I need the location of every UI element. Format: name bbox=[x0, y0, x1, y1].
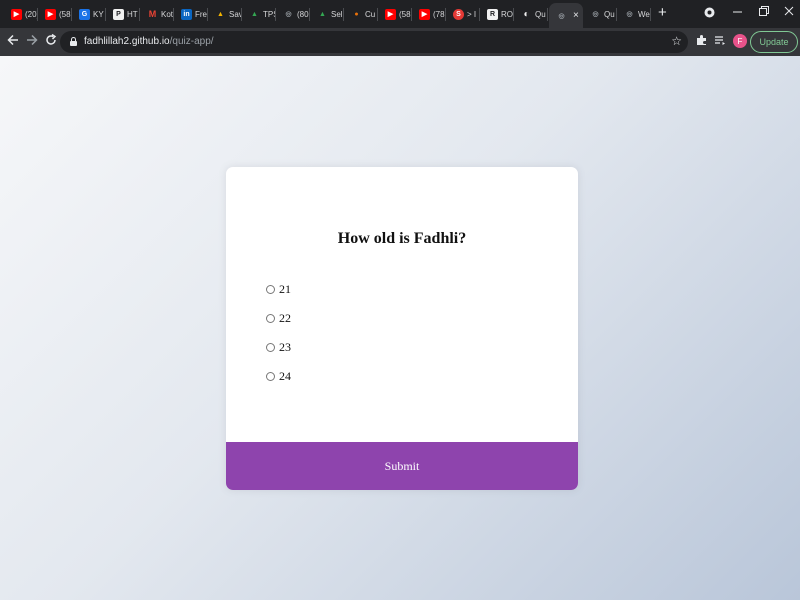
answer-label[interactable]: 24 bbox=[279, 369, 291, 384]
extension-badge-icon[interactable] bbox=[704, 7, 715, 21]
browser-tab[interactable]: ▶ (58 bbox=[378, 3, 412, 25]
tab-title: (58 bbox=[399, 9, 411, 19]
browser-tab[interactable]: P HT bbox=[106, 3, 140, 25]
github-icon: ◐ bbox=[523, 8, 530, 20]
tab-title: KY bbox=[93, 9, 104, 19]
quiz-question: How old is Fadhli? bbox=[337, 230, 467, 247]
browser-tab[interactable]: ▶ (58 bbox=[38, 3, 72, 25]
gmail-icon: M bbox=[148, 9, 157, 19]
globe-icon: ◎ bbox=[285, 11, 292, 18]
tab-title: Cu bbox=[365, 9, 376, 19]
browser-tab[interactable]: ▲ TPS bbox=[242, 3, 276, 25]
browser-tab[interactable]: ▶ (20) bbox=[4, 3, 38, 25]
tab-title: (78 bbox=[433, 9, 445, 19]
new-tab-button[interactable]: + bbox=[658, 5, 667, 21]
browser-tab[interactable]: ◐ Qu bbox=[514, 3, 548, 25]
back-arrow-icon[interactable] bbox=[7, 33, 19, 51]
close-window-icon[interactable] bbox=[784, 6, 794, 19]
tab-title: Kot bbox=[161, 9, 174, 19]
youtube-icon: ▶ bbox=[419, 8, 430, 20]
globe-icon: ◎ bbox=[558, 12, 565, 20]
tab-title: Fre bbox=[195, 9, 207, 19]
globe-icon: ◎ bbox=[626, 11, 633, 18]
tab-strip: ▶ (20) ▶ (58 G KY P HT M Kot in Fre ▲ Sa… bbox=[0, 0, 800, 28]
answer-option[interactable]: 22 bbox=[266, 304, 291, 333]
triangle-site-icon: ▲ bbox=[217, 10, 224, 18]
radio-button[interactable] bbox=[266, 314, 275, 323]
youtube-icon: ▶ bbox=[11, 8, 22, 20]
orange-site-icon: ● bbox=[354, 10, 359, 18]
red-circle-site-icon: S bbox=[453, 8, 464, 20]
browser-tab[interactable]: ◎ (80 bbox=[276, 3, 310, 25]
browser-tab[interactable]: ▲ Sel bbox=[310, 3, 344, 25]
tab-title: HT bbox=[127, 9, 138, 19]
youtube-icon: ▶ bbox=[45, 8, 56, 20]
submit-button[interactable]: Submit bbox=[226, 442, 578, 490]
tab-title: We bbox=[638, 9, 650, 19]
browser-tab[interactable]: ◎ Qu bbox=[583, 3, 617, 25]
url-text[interactable]: fadhlillah2.github.io/quiz-app/ bbox=[84, 36, 214, 47]
restore-icon[interactable] bbox=[759, 6, 769, 19]
youtube-icon: ▶ bbox=[385, 8, 396, 20]
drive-icon: ▲ bbox=[251, 10, 258, 18]
browser-toolbar: fadhlillah2.github.io/quiz-app/ ☆ F Upda… bbox=[0, 28, 800, 56]
reload-icon[interactable] bbox=[45, 33, 57, 51]
p-site-icon: P bbox=[113, 8, 124, 20]
minimize-icon[interactable] bbox=[733, 4, 743, 23]
answer-label[interactable]: 21 bbox=[279, 282, 291, 297]
answer-option[interactable]: 23 bbox=[266, 333, 291, 362]
reading-list-icon[interactable] bbox=[714, 35, 726, 49]
page-viewport: How old is Fadhli? 21 22 23 24 Submit bbox=[0, 56, 800, 600]
answer-label[interactable]: 22 bbox=[279, 311, 291, 326]
browser-tab[interactable]: ▲ Sav bbox=[208, 3, 242, 25]
bookmark-site-icon: G bbox=[79, 8, 90, 20]
answer-label[interactable]: 23 bbox=[279, 340, 291, 355]
forward-arrow-icon[interactable] bbox=[26, 33, 38, 51]
update-button[interactable]: Update bbox=[750, 31, 798, 53]
quiz-card: How old is Fadhli? 21 22 23 24 Submit bbox=[226, 167, 578, 490]
drive-icon: ▲ bbox=[319, 10, 326, 18]
lock-icon[interactable] bbox=[70, 37, 77, 46]
answer-list: 21 22 23 24 bbox=[266, 275, 291, 391]
extensions-puzzle-icon[interactable] bbox=[696, 34, 708, 49]
tab-title: Qu bbox=[535, 9, 546, 19]
address-bar[interactable]: fadhlillah2.github.io/quiz-app/ ☆ bbox=[60, 31, 688, 53]
browser-tab[interactable]: ● Cu bbox=[344, 3, 378, 25]
answer-option[interactable]: 21 bbox=[266, 275, 291, 304]
tab-title: (80 bbox=[297, 9, 309, 19]
browser-tab[interactable]: R RO bbox=[480, 3, 514, 25]
bookmark-star-icon[interactable]: ☆ bbox=[671, 34, 682, 48]
browser-tab[interactable]: G KY bbox=[72, 3, 106, 25]
tab-title: Qu bbox=[604, 9, 615, 19]
square-site-icon: R bbox=[487, 8, 498, 20]
radio-button[interactable] bbox=[266, 343, 275, 352]
browser-tab[interactable]: in Fre bbox=[174, 3, 208, 25]
tab-title: (58 bbox=[59, 9, 71, 19]
answer-option[interactable]: 24 bbox=[266, 362, 291, 391]
browser-tab[interactable]: S > I bbox=[446, 3, 480, 25]
browser-tab-active[interactable]: ◎ × bbox=[549, 3, 583, 28]
close-icon[interactable]: × bbox=[573, 10, 579, 21]
tab-title: > I bbox=[467, 9, 477, 19]
radio-button[interactable] bbox=[266, 285, 275, 294]
tab-title: RO bbox=[501, 9, 513, 19]
linkedin-icon: in bbox=[181, 8, 192, 20]
browser-tab[interactable]: ◎ We bbox=[617, 3, 651, 25]
browser-tab[interactable]: ▶ (78 bbox=[412, 3, 446, 25]
radio-button[interactable] bbox=[266, 372, 275, 381]
tab-title: Sel bbox=[331, 9, 343, 19]
globe-icon: ◎ bbox=[592, 11, 599, 18]
browser-tab[interactable]: M Kot bbox=[140, 3, 174, 25]
profile-avatar[interactable]: F bbox=[733, 34, 747, 48]
